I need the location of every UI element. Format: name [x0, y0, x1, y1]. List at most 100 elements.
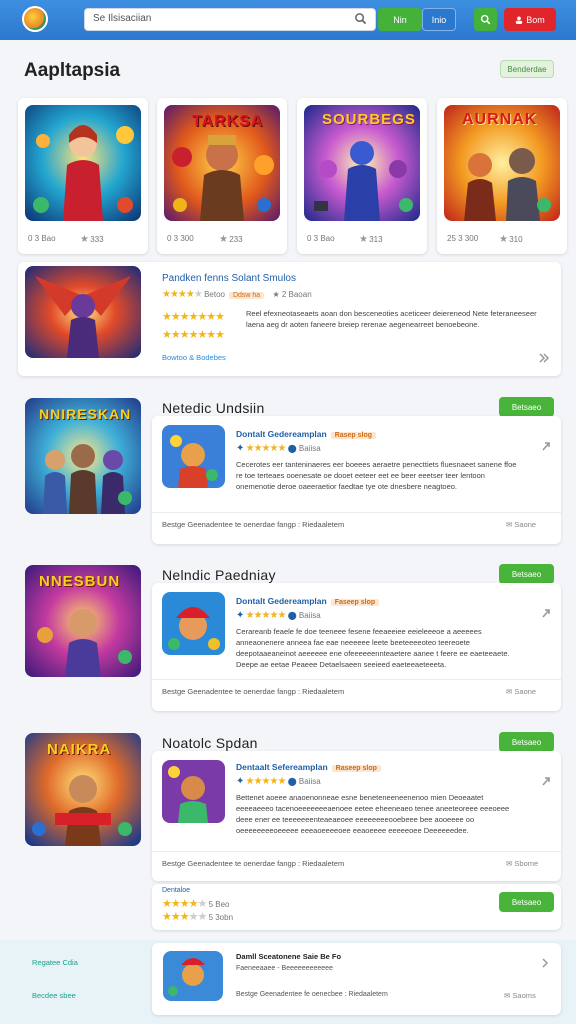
app-banner-thumbnail[interactable]: NNIRESKAN: [25, 398, 141, 514]
app-banner-title: NAIKRA: [47, 741, 112, 758]
extra-rating-row-1: ★★★★★ 5 Beo: [162, 898, 230, 910]
game-card[interactable]: 0 3 Bao ★ 333: [18, 98, 148, 254]
app-banner-thumbnail[interactable]: NAIKRA: [25, 733, 141, 846]
app-tag: Raseep slop: [331, 765, 381, 772]
download-button[interactable]: Betsaeo: [499, 732, 554, 752]
app-detail-card: Dontalt Gedereamplan Faseep slop ✦ ★★★★★ …: [152, 583, 561, 711]
share-icon[interactable]: [540, 440, 552, 452]
app-subtitle: Dontalt Gedereamplan Rasep slog: [236, 429, 377, 439]
app-icon[interactable]: [162, 760, 225, 823]
chevron-right-icon[interactable]: [538, 352, 550, 364]
app-subtitle: Dentaalt Sefereamplan Raseep slop: [236, 762, 381, 772]
bottom-link-2[interactable]: Becdee sbee: [32, 991, 76, 1000]
game-stat-rating: 313: [369, 235, 383, 244]
app-tag: Rasep slog: [330, 432, 377, 439]
game-title-banner: AURNAK: [462, 111, 538, 128]
game-thumbnail[interactable]: SOURBEGS: [304, 105, 420, 221]
featured-thumbnail[interactable]: [25, 266, 141, 358]
app-title[interactable]: Nelndic Paedniay: [162, 567, 276, 583]
game-card[interactable]: TARKSA 0 3 300 ★ 233: [157, 98, 287, 254]
app-footer-text: Bestge Geenadentee te oenerdae fangp : R…: [162, 687, 345, 696]
divider: [152, 512, 561, 513]
search-icon[interactable]: [354, 12, 367, 25]
app-icon[interactable]: [162, 425, 225, 488]
app-rating-text: Baiisa: [298, 777, 321, 786]
download-button[interactable]: Betsaeo: [499, 892, 554, 912]
featured-description: Reel efexneotaseaets aoan don besceneoti…: [246, 309, 537, 329]
app-banner-title: NNIRESKAN: [39, 406, 132, 422]
green-header-label: Nin: [393, 14, 407, 25]
app-rating-row: ✦ ★★★★★ ⬤ Baiisa: [236, 443, 321, 454]
share-icon[interactable]: [540, 775, 552, 787]
app-logo[interactable]: [22, 6, 48, 32]
game-thumbnail[interactable]: TARKSA: [164, 105, 280, 221]
app-footer-side[interactable]: ✉ Saone: [506, 687, 536, 696]
app-rating-text: Baiisa: [298, 444, 321, 453]
app-detail-card: Dontalt Gedereamplan Rasep slog ✦ ★★★★★ ⬤…: [152, 416, 561, 544]
divider: [152, 851, 561, 852]
app-description: Cerareanb feaele fe doe teeneee fesene f…: [236, 627, 510, 669]
header-pill[interactable]: Benderdae: [500, 60, 554, 78]
blue-header-button[interactable]: Inio: [422, 8, 456, 31]
game-stat-downloads: 0 3 Bao: [28, 234, 56, 243]
app-description: Cecerotes eer tanteninaeres eer boeees a…: [236, 460, 517, 491]
download-button[interactable]: Betsaeo: [499, 564, 554, 584]
red-header-button[interactable]: Bom: [504, 8, 556, 31]
bottom-link-1[interactable]: Regatee Cdia: [32, 958, 78, 967]
green-header-button[interactable]: Nin: [378, 8, 422, 31]
app-footer-side[interactable]: ✉ Saone: [506, 520, 536, 529]
chevron-right-icon[interactable]: [539, 957, 551, 969]
red-header-label: Bom: [526, 14, 545, 25]
search-input[interactable]: Se Ilsisaciian: [84, 8, 376, 31]
game-thumbnail[interactable]: AURNAK: [444, 105, 560, 221]
featured-title[interactable]: Pandken fenns Solant Smulos: [162, 273, 296, 284]
app-footer-side[interactable]: ✉ Sbome: [506, 859, 538, 868]
bottom-app-icon[interactable]: [163, 951, 223, 1001]
app-banner-thumbnail[interactable]: NNESBUN: [25, 565, 141, 677]
featured-meta2: 2 Baoan: [281, 290, 312, 299]
search-icon: [480, 14, 491, 25]
game-title-banner: TARKSA: [192, 113, 264, 130]
extra-rating-card: Dentaloe ★★★★★ 5 Beo ★★★★★ 5 3obn Betsae…: [152, 884, 561, 930]
game-stat-rating: 233: [229, 235, 243, 244]
header-search-button[interactable]: [474, 8, 497, 31]
extra-rating-1: 5 Beo: [208, 900, 230, 909]
featured-link[interactable]: Bowtoo & Bodebes: [162, 353, 226, 362]
app-detail-card: Dentaalt Sefereamplan Raseep slop ✦ ★★★★★…: [152, 751, 561, 881]
game-card[interactable]: AURNAK 25 3 300 ★ 310: [437, 98, 567, 254]
game-card[interactable]: SOURBEGS 0 3 Bao ★ 313: [297, 98, 427, 254]
app-footer-text: Bestge Geenadentee te oenerdae fangp : R…: [162, 520, 345, 529]
game-stat-downloads: 0 3 300: [167, 234, 194, 243]
app-rating-row: ✦ ★★★★★ ⬤ Baiisa: [236, 776, 321, 787]
bottom-text-2: Faeneeaaee - Beeeeeeeeeeee: [236, 965, 333, 972]
app-title[interactable]: Netedic Undsiin: [162, 400, 265, 416]
game-thumbnail[interactable]: [25, 105, 141, 221]
featured-stars: ★★★★: [162, 289, 195, 300]
share-icon[interactable]: [540, 607, 552, 619]
page-title: Aapltapsia: [24, 60, 121, 81]
featured-card[interactable]: Pandken fenns Solant Smulos ★★★★★ Betoo D…: [18, 262, 561, 376]
featured-meta-row: ★★★★★ Betoo Ddsw ha ★ 2 Baoan: [162, 289, 312, 300]
game-stat-downloads: 0 3 Bao: [307, 234, 335, 243]
featured-rating-stars: ★★★★★★★ ★★★★★★★: [162, 311, 225, 341]
app-rating-row: ✦ ★★★★★ ⬤ Baiisa: [236, 610, 321, 621]
game-stat-rating: 310: [509, 235, 523, 244]
game-title-banner: SOURBEGS: [322, 111, 416, 128]
extra-rating-row-2: ★★★★★ 5 3obn: [162, 911, 234, 923]
bottom-card: Damll Sceatonene Saie Be Fo Faeneeaaee -…: [152, 943, 561, 1015]
extra-label: Dentaloe: [162, 887, 191, 894]
app-rating-text: Baiisa: [298, 611, 321, 620]
app-icon[interactable]: [162, 592, 225, 655]
extra-rating-2: 5 3obn: [208, 913, 234, 922]
app-tag: Faseep slop: [330, 599, 380, 606]
app-subtitle: Dontalt Gedereamplan Faseep slop: [236, 596, 380, 606]
download-button[interactable]: Betsaeo: [499, 397, 554, 417]
user-icon: [516, 16, 523, 24]
search-placeholder: Se Ilsisaciian: [93, 13, 152, 24]
featured-tag: Ddsw ha: [228, 292, 265, 299]
app-title[interactable]: Noatolc Spdan: [162, 735, 258, 751]
app-banner-title: NNESBUN: [39, 573, 121, 590]
bottom-footer-side[interactable]: ✉ Saoms: [504, 991, 536, 1000]
bottom-text-1: Damll Sceatonene Saie Be Fo: [236, 952, 342, 961]
app-footer-text: Bestge Geenadentee te oenerdae fangp : R…: [162, 859, 345, 868]
